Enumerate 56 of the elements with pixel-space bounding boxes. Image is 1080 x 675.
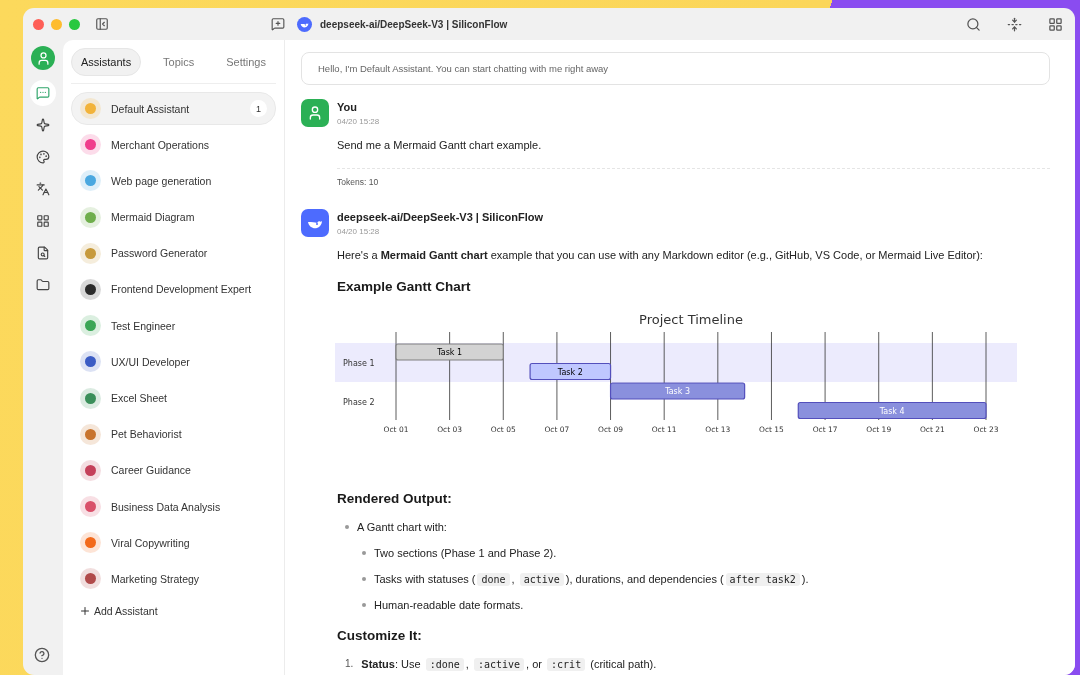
section-heading: Rendered Output: <box>337 490 453 506</box>
section-label: Phase 1 <box>343 358 375 368</box>
message-text: Here's a Mermaid Gantt chart example that you can use with any Markdown editor (e.g., GitHub, VS Code, or Mermaid Live Editor): <box>337 248 984 263</box>
sidebar-tab[interactable]: Topics <box>153 48 205 76</box>
assistant-item[interactable]: Viral Copywriting <box>71 526 276 560</box>
assistant-item[interactable]: Test Engineer <box>71 309 276 343</box>
message-time: 04/20 15:28 <box>337 117 381 126</box>
assistant-item[interactable]: Default Assistant 1 <box>71 92 276 125</box>
author-name: deepseek-ai/DeepSeek-V3 | SiliconFlow <box>337 211 545 224</box>
assistant-item[interactable]: Career Guidance <box>71 453 276 487</box>
window-title: deepseek-ai/DeepSeek-V3 | SiliconFlow <box>320 18 509 30</box>
task-bar: Task 1 <box>395 343 504 361</box>
grid-icon[interactable] <box>1048 16 1063 32</box>
author-name: You <box>337 101 358 113</box>
assistant-item[interactable]: Web page generation <box>71 164 276 198</box>
assistant-item[interactable]: Business Data Analysis <box>71 490 276 524</box>
model-logo-icon <box>297 16 312 32</box>
list-text: Status: Use :done , :active , or :crit (critical path). <box>361 657 657 670</box>
list-number: 1. <box>345 658 354 670</box>
assistant-item[interactable]: UX/UI Developer <box>71 345 276 379</box>
prompt-banner: Hello, I'm Default Assistant. You can start chatting with me right away <box>301 52 1050 85</box>
assistant-item[interactable]: Marketing Strategy <box>71 562 276 596</box>
collapse-icon[interactable] <box>1007 16 1022 32</box>
close-button[interactable] <box>33 18 44 30</box>
assistant-item[interactable]: Password Generator <box>71 236 276 270</box>
sidebar-tab[interactable]: Assistants <box>71 48 142 76</box>
plus-icon <box>79 604 91 617</box>
chart-title: Project Timeline <box>639 311 743 327</box>
user-avatar <box>301 99 329 127</box>
add-assistant-button[interactable]: Add Assistant <box>71 598 166 623</box>
bullet-text: A Gantt chart with: <box>357 520 447 533</box>
search-icon[interactable] <box>966 16 981 32</box>
section-heading: Customize It: <box>337 627 423 643</box>
section-heading: Example Gantt Chart <box>337 278 472 294</box>
section-label: Phase 2 <box>343 397 375 407</box>
token-count: Tokens: 10 <box>337 177 379 188</box>
message-text: Send me a Mermaid Gantt chart example. <box>337 138 543 153</box>
bullet-text: Human-readable date formats. <box>374 598 524 611</box>
bullet-text: Two sections (Phase 1 and Phase 2). <box>374 546 557 559</box>
assistant-item[interactable]: Pet Behaviorist <box>71 417 276 451</box>
task-bar: Task 3 <box>609 382 746 400</box>
sidebar-toggle-icon[interactable] <box>95 17 109 31</box>
assistant-item[interactable]: Excel Sheet <box>71 381 276 415</box>
user-avatar[interactable] <box>31 46 55 70</box>
task-bar: Task 4 <box>797 401 987 419</box>
new-topic-icon[interactable] <box>271 17 285 31</box>
help-icon[interactable] <box>34 647 50 663</box>
message-time: 04/20 15:28 <box>337 227 381 237</box>
assistant-item[interactable]: Frontend Development Expert <box>71 272 276 306</box>
count-badge: 1 <box>250 100 267 117</box>
task-bar: Task 2 <box>529 362 612 380</box>
assistant-item[interactable]: Merchant Operations <box>71 128 276 162</box>
assistant-item[interactable]: Mermaid Diagram <box>71 200 276 234</box>
bullet-text: Tasks with statuses ( done , active ), durations, and dependencies ( after task2 ). <box>374 572 809 585</box>
sidebar-tab[interactable]: Settings <box>216 48 276 76</box>
model-avatar <box>301 209 329 238</box>
